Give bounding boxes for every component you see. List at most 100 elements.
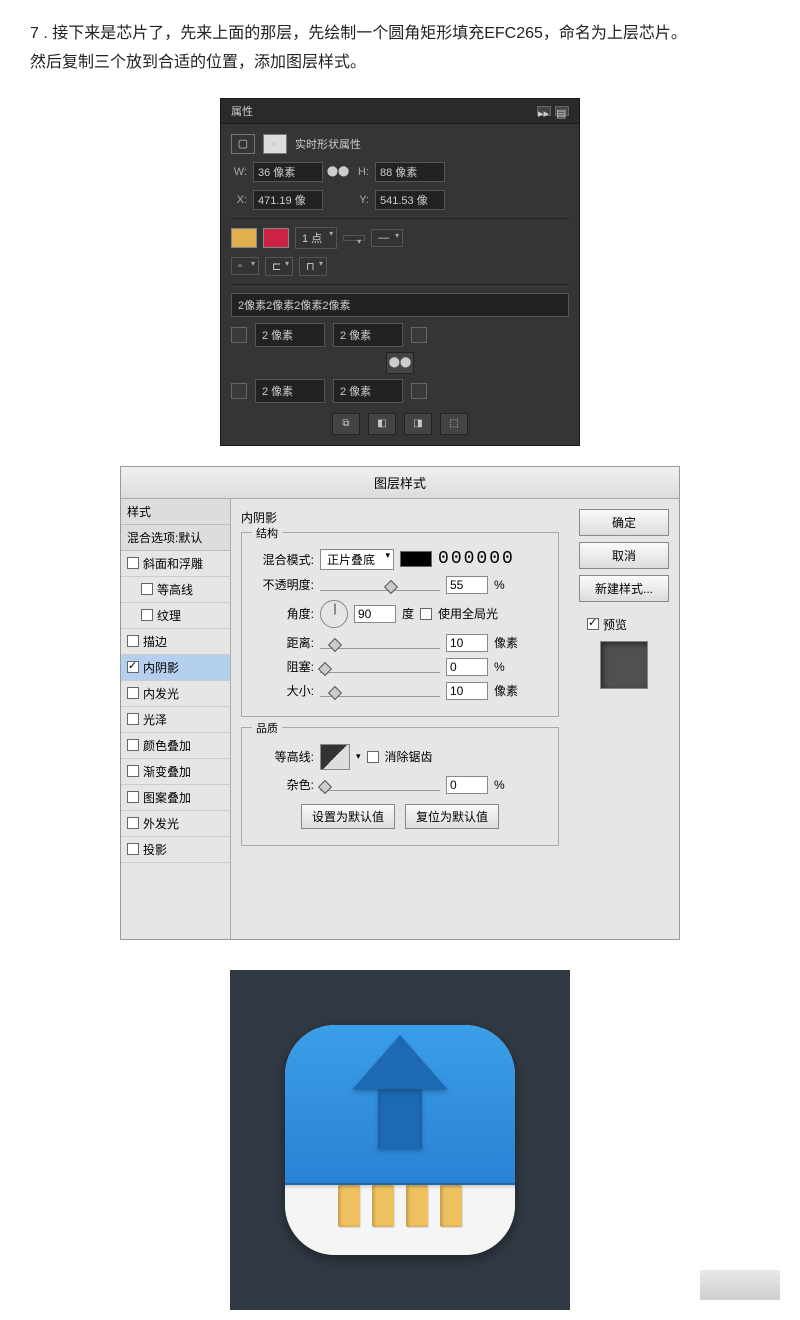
- sidebar-item-5[interactable]: 内发光: [121, 681, 230, 707]
- sidebar-header-styles[interactable]: 样式: [121, 499, 230, 525]
- sidebar-item-3[interactable]: 描边: [121, 629, 230, 655]
- style-checkbox[interactable]: [127, 843, 139, 855]
- sidebar-item-8[interactable]: 渐变叠加: [121, 759, 230, 785]
- height-input[interactable]: [375, 162, 445, 182]
- style-checkbox[interactable]: [127, 817, 139, 829]
- style-checkbox[interactable]: [127, 635, 139, 647]
- blendmode-label: 混合模式:: [254, 551, 314, 568]
- choke-slider[interactable]: [320, 661, 440, 673]
- x-input[interactable]: [253, 190, 323, 210]
- styles-sidebar: 样式 混合选项:默认 斜面和浮雕等高线纹理描边内阴影内发光光泽颜色叠加渐变叠加图…: [121, 499, 231, 939]
- distance-slider[interactable]: [320, 637, 440, 649]
- angle-dial[interactable]: [320, 600, 348, 628]
- contour-picker[interactable]: [320, 744, 350, 770]
- decoration: [700, 1270, 780, 1300]
- path-op-4-icon[interactable]: ⬚: [440, 413, 468, 435]
- noise-input[interactable]: [446, 776, 488, 794]
- distance-input[interactable]: [446, 634, 488, 652]
- radius-tl-input[interactable]: 2 像素: [255, 323, 325, 347]
- sidebar-item-6[interactable]: 光泽: [121, 707, 230, 733]
- style-checkbox[interactable]: [127, 661, 139, 673]
- sidebar-item-0[interactable]: 斜面和浮雕: [121, 551, 230, 577]
- panel-title: 属性: [231, 103, 253, 119]
- global-light-checkbox[interactable]: [420, 608, 432, 620]
- pct-unit: %: [494, 578, 505, 592]
- style-checkbox[interactable]: [127, 687, 139, 699]
- caps-dropdown[interactable]: ⊏: [265, 257, 293, 276]
- sidebar-item-7[interactable]: 颜色叠加: [121, 733, 230, 759]
- color-swatch[interactable]: [400, 551, 432, 567]
- style-checkbox[interactable]: [127, 713, 139, 725]
- opacity-input[interactable]: [446, 576, 488, 594]
- style-label: 渐变叠加: [143, 763, 191, 780]
- stroke-swatch[interactable]: [263, 228, 289, 248]
- path-op-2-icon[interactable]: ◧: [368, 413, 396, 435]
- deg-unit: 度: [402, 605, 414, 622]
- contour-label: 等高线:: [254, 748, 314, 765]
- width-input[interactable]: [253, 162, 323, 182]
- antialias-checkbox[interactable]: [367, 751, 379, 763]
- opacity-slider[interactable]: [320, 579, 440, 591]
- cancel-button[interactable]: 取消: [579, 542, 669, 569]
- radius-tr-input[interactable]: 2 像素: [333, 323, 403, 347]
- corners-dropdown[interactable]: ⊓: [299, 257, 327, 276]
- corner-br-icon[interactable]: [411, 383, 427, 399]
- angle-input[interactable]: [354, 605, 396, 623]
- reset-default-button[interactable]: 复位为默认值: [405, 804, 499, 829]
- choke-input[interactable]: [446, 658, 488, 676]
- path-op-1-icon[interactable]: ⧉: [332, 413, 360, 435]
- align-dropdown[interactable]: ▫: [231, 257, 259, 275]
- sidebar-item-2[interactable]: 纹理: [121, 603, 230, 629]
- px-unit: 像素: [494, 634, 518, 651]
- stroke-style-dropdown[interactable]: [343, 235, 365, 241]
- panel-menu-icon[interactable]: ▸▸: [537, 106, 551, 116]
- antialias-label: 消除锯齿: [385, 748, 433, 765]
- style-checkbox[interactable]: [127, 557, 139, 569]
- arrow-up-icon: [352, 1035, 448, 1149]
- blendmode-select[interactable]: 正片叠底: [320, 549, 394, 570]
- style-checkbox[interactable]: [141, 609, 153, 621]
- angle-label: 角度:: [254, 605, 314, 622]
- noise-slider[interactable]: [320, 779, 440, 791]
- size-slider[interactable]: [320, 685, 440, 697]
- sidebar-item-11[interactable]: 投影: [121, 837, 230, 863]
- corner-tl-icon[interactable]: [231, 327, 247, 343]
- stroke-dash-dropdown[interactable]: —: [371, 229, 403, 247]
- radius-br-input[interactable]: 2 像素: [333, 379, 403, 403]
- sidebar-header-blend[interactable]: 混合选项:默认: [121, 525, 230, 551]
- link-wh-icon[interactable]: ⬤⬤: [329, 165, 347, 179]
- size-input[interactable]: [446, 682, 488, 700]
- contour-arrow-icon[interactable]: ▾: [356, 751, 361, 762]
- style-checkbox[interactable]: [127, 765, 139, 777]
- preview-checkbox[interactable]: [587, 618, 599, 630]
- path-op-3-icon[interactable]: ◨: [404, 413, 432, 435]
- shape-mode-icon[interactable]: ▢: [231, 134, 255, 154]
- radius-bl-input[interactable]: 2 像素: [255, 379, 325, 403]
- corner-tr-icon[interactable]: [411, 327, 427, 343]
- style-checkbox[interactable]: [127, 791, 139, 803]
- dialog-title: 图层样式: [121, 467, 679, 499]
- layer-style-main: 内阴影 结构 混合模式: 正片叠底 000000 不透明度: % 角度:: [231, 499, 569, 939]
- sidebar-item-1[interactable]: 等高线: [121, 577, 230, 603]
- px-unit: 像素: [494, 682, 518, 699]
- y-input[interactable]: [375, 190, 445, 210]
- style-checkbox[interactable]: [127, 739, 139, 751]
- fill-swatch[interactable]: [231, 228, 257, 248]
- panel-menu-icon[interactable]: ▤: [555, 106, 569, 116]
- style-label: 斜面和浮雕: [143, 555, 203, 572]
- sidebar-item-10[interactable]: 外发光: [121, 811, 230, 837]
- preview-label: 预览: [603, 616, 627, 633]
- ok-button[interactable]: 确定: [579, 509, 669, 536]
- mask-mode-icon[interactable]: ◐: [263, 134, 287, 154]
- link-radii-icon[interactable]: ⬤⬤: [386, 352, 414, 374]
- style-checkbox[interactable]: [141, 583, 153, 595]
- make-default-button[interactable]: 设置为默认值: [301, 804, 395, 829]
- corner-bl-icon[interactable]: [231, 383, 247, 399]
- sidebar-item-9[interactable]: 图案叠加: [121, 785, 230, 811]
- style-label: 内阴影: [143, 659, 179, 676]
- opacity-label: 不透明度:: [254, 576, 314, 593]
- new-style-button[interactable]: 新建样式...: [579, 575, 669, 602]
- chip-icon: [406, 1185, 428, 1227]
- stroke-width-dropdown[interactable]: 1 点: [295, 227, 337, 249]
- sidebar-item-4[interactable]: 内阴影: [121, 655, 230, 681]
